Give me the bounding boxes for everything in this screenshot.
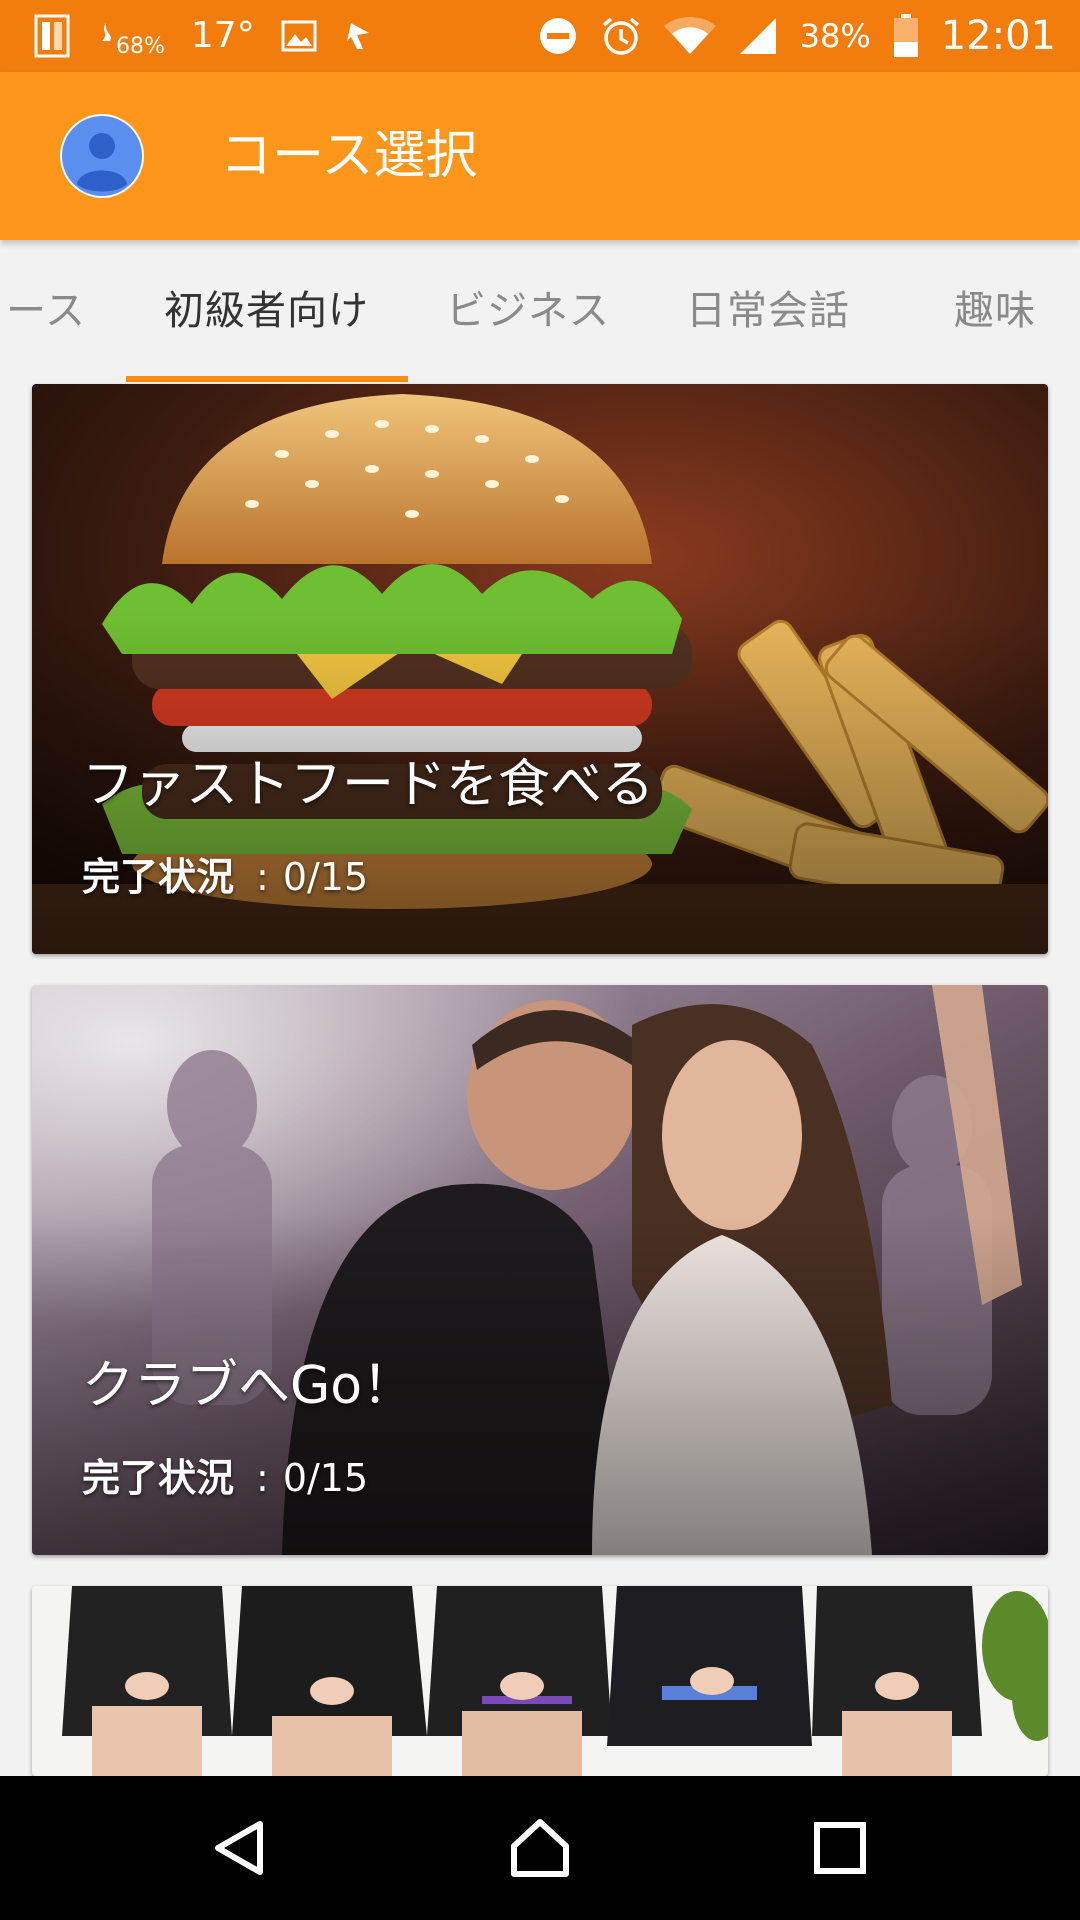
tab-indicator: [126, 376, 408, 382]
business-people-seated-photo: [32, 1586, 1048, 1776]
wifi-icon: [663, 16, 716, 56]
recents-icon[interactable]: [790, 1798, 890, 1898]
progress-separator: :: [256, 855, 269, 899]
progress-value: 0/15: [282, 1456, 369, 1500]
image-notification-icon: [281, 20, 317, 52]
tab-daily-conversation[interactable]: 日常会話: [686, 240, 850, 382]
system-navigation-bar: [0, 1776, 1080, 1920]
clock: 12:01: [940, 13, 1056, 59]
do-not-disturb-icon: [538, 16, 578, 56]
home-icon[interactable]: [490, 1798, 590, 1898]
tab-beginner[interactable]: 初級者向け: [164, 240, 369, 382]
cpu-usage-icon: 68%: [96, 21, 165, 59]
app-bar: コース選択: [0, 72, 1080, 240]
tab-course-partial[interactable]: ース: [6, 240, 86, 382]
course-card-business[interactable]: [32, 1586, 1048, 1776]
status-bar: 68% 17° 38% 12:01: [0, 0, 1080, 72]
course-title: クラブへGo！: [82, 1356, 415, 1416]
battery-icon: [893, 14, 919, 58]
alarm-icon: [600, 15, 642, 57]
progress-separator: :: [256, 1456, 269, 1500]
course-progress: 完了状況:0/15: [82, 1455, 368, 1501]
course-progress: 完了状況:0/15: [82, 854, 368, 900]
battery-percent: 38%: [799, 17, 871, 55]
progress-value: 0/15: [282, 855, 369, 899]
course-title: ファストフードを食べる: [82, 755, 655, 815]
account-avatar-icon[interactable]: [60, 114, 144, 198]
temperature: 17°: [190, 15, 255, 56]
page-title: コース選択: [220, 126, 478, 186]
tab-hobby[interactable]: 趣味: [954, 240, 1036, 382]
app-notification-icon: [343, 19, 377, 53]
category-tabs: ース 初級者向け ビジネス 日常会話 趣味: [0, 240, 1080, 382]
back-icon[interactable]: [190, 1798, 290, 1898]
progress-label: 完了状況: [82, 855, 235, 899]
course-card-fast-food[interactable]: ファストフードを食べる 完了状況:0/15: [32, 384, 1048, 954]
progress-label: 完了状況: [82, 1456, 235, 1500]
tab-business[interactable]: ビジネス: [446, 240, 610, 382]
cellular-signal-icon: [738, 16, 778, 56]
cpu-percent: 68%: [116, 33, 165, 59]
battery-saver-icon: [34, 14, 70, 58]
course-card-club[interactable]: クラブへGo！ 完了状況:0/15: [32, 985, 1048, 1555]
